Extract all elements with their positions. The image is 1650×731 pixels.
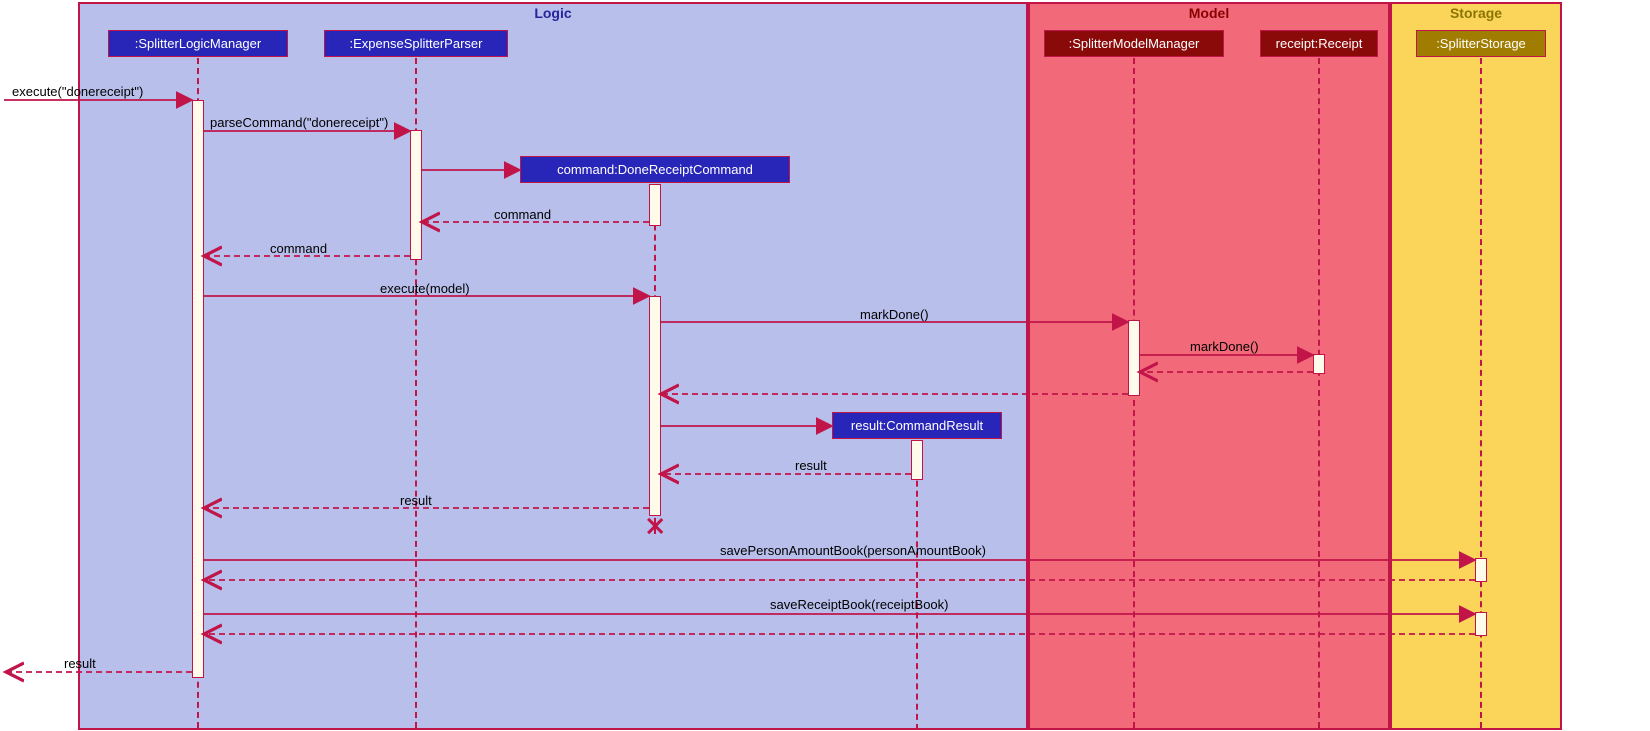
activation-receipt: [1313, 354, 1325, 374]
activation-storage-1: [1475, 558, 1487, 582]
storage-title: Storage: [1442, 3, 1510, 23]
activation-storage-2: [1475, 612, 1487, 636]
lifeline-command-result: result:CommandResult: [832, 412, 1002, 439]
label-save-rb: saveReceiptBook(receiptBook): [770, 597, 948, 612]
lifeline-receipt: receipt:Receipt: [1260, 30, 1378, 57]
lifeline-line-receipt: [1318, 58, 1320, 728]
label-result-ret2: result: [400, 493, 432, 508]
lifeline-model-manager: :SplitterModelManager: [1044, 30, 1224, 57]
label-result-ret1: result: [795, 458, 827, 473]
label-execute-model: execute(model): [380, 281, 470, 296]
label-execute: execute("donereceipt"): [12, 84, 143, 99]
model-frame: Model: [1028, 2, 1390, 730]
label-mark-done2: markDone(): [1190, 339, 1259, 354]
activation-logic-mgr: [192, 100, 204, 678]
lifeline-done-receipt-command: command:DoneReceiptCommand: [520, 156, 790, 183]
label-result-final: result: [64, 656, 96, 671]
activation-parser: [410, 130, 422, 260]
lifeline-logic-manager: :SplitterLogicManager: [108, 30, 288, 57]
label-command-ret1: command: [494, 207, 551, 222]
activation-cmd-create: [649, 184, 661, 226]
label-parse-command: parseCommand("donereceipt"): [210, 115, 388, 130]
label-command-ret2: command: [270, 241, 327, 256]
logic-title: Logic: [526, 3, 579, 23]
destroy-icon: [645, 516, 665, 536]
activation-model-mgr: [1128, 320, 1140, 396]
label-mark-done1: markDone(): [860, 307, 929, 322]
activation-cmd-exec: [649, 296, 661, 516]
activation-result: [911, 440, 923, 480]
lifeline-line-result: [916, 440, 918, 730]
lifeline-parser: :ExpenseSplitterParser: [324, 30, 508, 57]
model-title: Model: [1181, 3, 1237, 23]
label-save-pab: savePersonAmountBook(personAmountBook): [720, 543, 986, 558]
lifeline-storage: :SplitterStorage: [1416, 30, 1546, 57]
logic-frame: Logic: [78, 2, 1028, 730]
